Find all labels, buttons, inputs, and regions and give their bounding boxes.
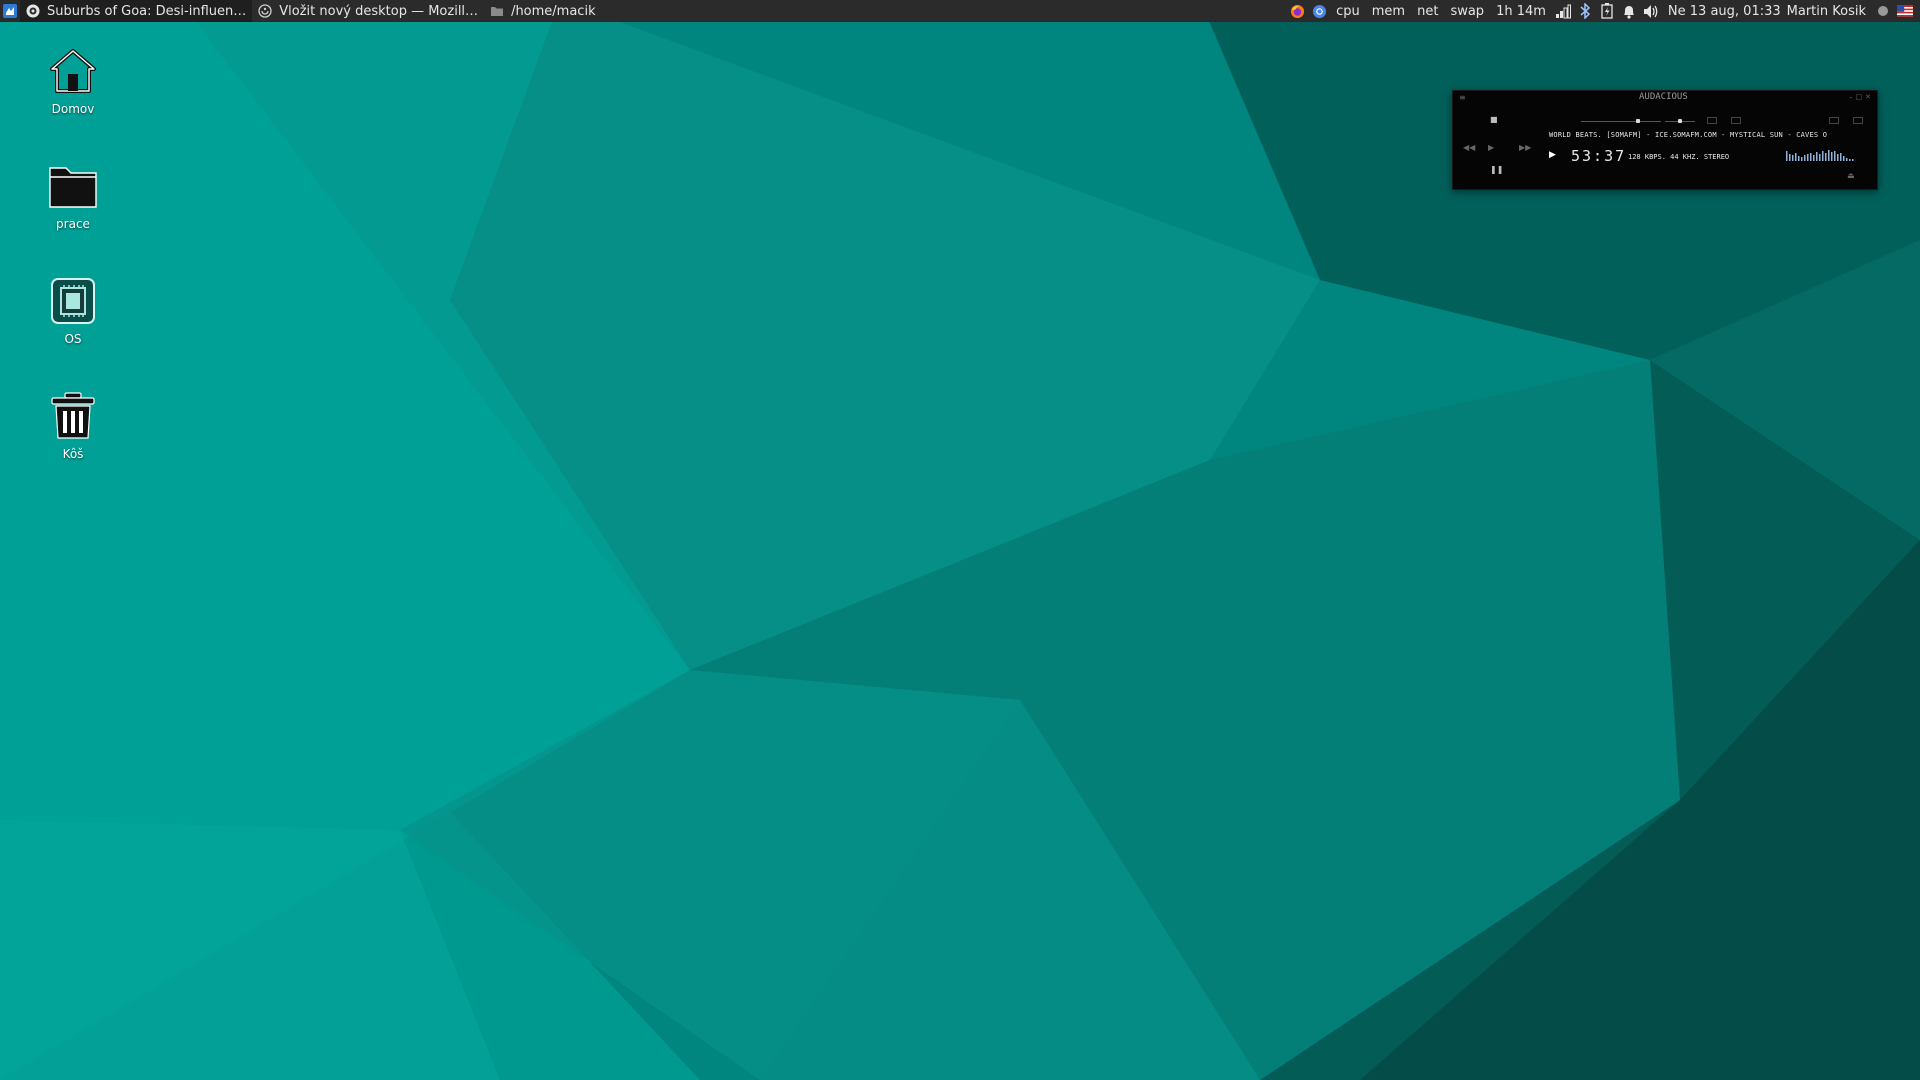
shade-icon[interactable]: □ xyxy=(1856,93,1863,101)
previous-button[interactable]: ◀◀ xyxy=(1463,143,1475,152)
stop-button[interactable]: ■ xyxy=(1490,115,1498,124)
task-audacious[interactable]: Suburbs of Goa: Desi-influen… xyxy=(20,0,253,22)
player-titlebar[interactable]: ≡ AUDACIOUS – □ ✕ xyxy=(1453,91,1877,103)
balance-knob[interactable] xyxy=(1678,119,1682,123)
audacious-icon xyxy=(26,4,40,18)
repeat-toggle[interactable] xyxy=(1853,117,1863,124)
spectrum-visualizer[interactable] xyxy=(1786,149,1866,161)
signal-icon[interactable] xyxy=(1555,3,1571,19)
desktop-icon-trash[interactable]: Kôš xyxy=(30,389,116,461)
desktop-icon-prace[interactable]: prace xyxy=(30,159,116,231)
song-title-marquee[interactable]: WORLD BEATS. [SOMAFM] - ICE.SOMAFM.COM -… xyxy=(1549,131,1871,139)
player-menu-button[interactable]: ≡ xyxy=(1459,93,1466,102)
net-monitor[interactable]: net xyxy=(1411,0,1444,22)
app-menu-button[interactable] xyxy=(0,0,20,22)
task-label: Suburbs of Goa: Desi-influen… xyxy=(47,3,247,19)
panel-tray: cpu mem net swap 1h 14m Ne 13 aug, 01:33… xyxy=(1286,0,1920,22)
minimize-icon[interactable]: – xyxy=(1849,93,1853,101)
task-label: /home/macik xyxy=(511,3,596,19)
folder-icon xyxy=(490,4,504,18)
clock[interactable]: Ne 13 aug, 01:33 xyxy=(1662,0,1787,22)
home-icon xyxy=(46,44,100,98)
folder-icon xyxy=(46,159,100,213)
top-panel: Suburbs of Goa: Desi-influen… Vložit nov… xyxy=(0,0,1920,22)
pause-button[interactable]: ❚❚ xyxy=(1490,165,1503,174)
task-label: Vložit nový desktop — Mozill… xyxy=(279,3,479,19)
desktop-icon-label: Kôš xyxy=(62,447,84,461)
power-icon[interactable] xyxy=(1875,3,1891,19)
panel-taskbar: Suburbs of Goa: Desi-influen… Vložit nov… xyxy=(0,0,602,22)
desktop-icon-home[interactable]: Domov xyxy=(30,44,116,116)
equalizer-toggle[interactable] xyxy=(1707,117,1717,124)
audacious-player-window[interactable]: ≡ AUDACIOUS – □ ✕ ■ ◀◀ ▶ ▶▶ ❚❚ WORLD BEA… xyxy=(1452,90,1878,190)
desktop-icon-os[interactable]: OS xyxy=(30,274,116,346)
next-button[interactable]: ▶▶ xyxy=(1519,143,1531,152)
battery-icon[interactable] xyxy=(1599,3,1615,19)
task-firefox[interactable]: Vložit nový desktop — Mozill… xyxy=(252,0,484,22)
cpu-monitor[interactable]: cpu xyxy=(1330,0,1366,22)
firefox-icon xyxy=(258,4,272,18)
play-status-icon: ▶ xyxy=(1549,150,1556,160)
us-flag-icon[interactable] xyxy=(1897,3,1913,19)
balance-slider[interactable] xyxy=(1665,119,1695,123)
user-name[interactable]: Martin Kosik xyxy=(1787,0,1872,22)
shuffle-toggle[interactable] xyxy=(1829,117,1839,124)
bell-icon[interactable] xyxy=(1621,3,1637,19)
player-window-buttons: – □ ✕ xyxy=(1849,93,1871,101)
mem-monitor[interactable]: mem xyxy=(1366,0,1411,22)
stream-info: 128 KBPS. 44 KHZ. STEREO xyxy=(1628,153,1730,161)
desktop-icon-label: OS xyxy=(64,332,82,346)
playlist-toggle[interactable] xyxy=(1731,117,1741,124)
eject-button[interactable]: ⏏ xyxy=(1847,171,1855,180)
task-file-manager[interactable]: /home/macik xyxy=(484,0,602,22)
volume-knob[interactable] xyxy=(1635,119,1640,123)
menu-icon xyxy=(3,4,17,18)
player-logo: AUDACIOUS xyxy=(1639,92,1688,102)
chromium-icon[interactable] xyxy=(1311,3,1327,19)
elapsed-time[interactable]: 53:37 xyxy=(1571,147,1626,165)
trash-icon xyxy=(46,389,100,443)
volume-icon[interactable] xyxy=(1643,3,1659,19)
desktop-icon-label: Domov xyxy=(51,102,95,116)
desktop-icon-label: prace xyxy=(56,217,90,231)
swap-monitor[interactable]: swap xyxy=(1444,0,1490,22)
uptime-label: 1h 14m xyxy=(1496,3,1546,19)
play-button[interactable]: ▶ xyxy=(1488,143,1494,152)
close-icon[interactable]: ✕ xyxy=(1865,93,1871,101)
bluetooth-icon[interactable] xyxy=(1577,3,1593,19)
chip-icon xyxy=(46,274,100,328)
volume-slider[interactable] xyxy=(1581,119,1661,123)
firefox-icon[interactable] xyxy=(1289,3,1305,19)
